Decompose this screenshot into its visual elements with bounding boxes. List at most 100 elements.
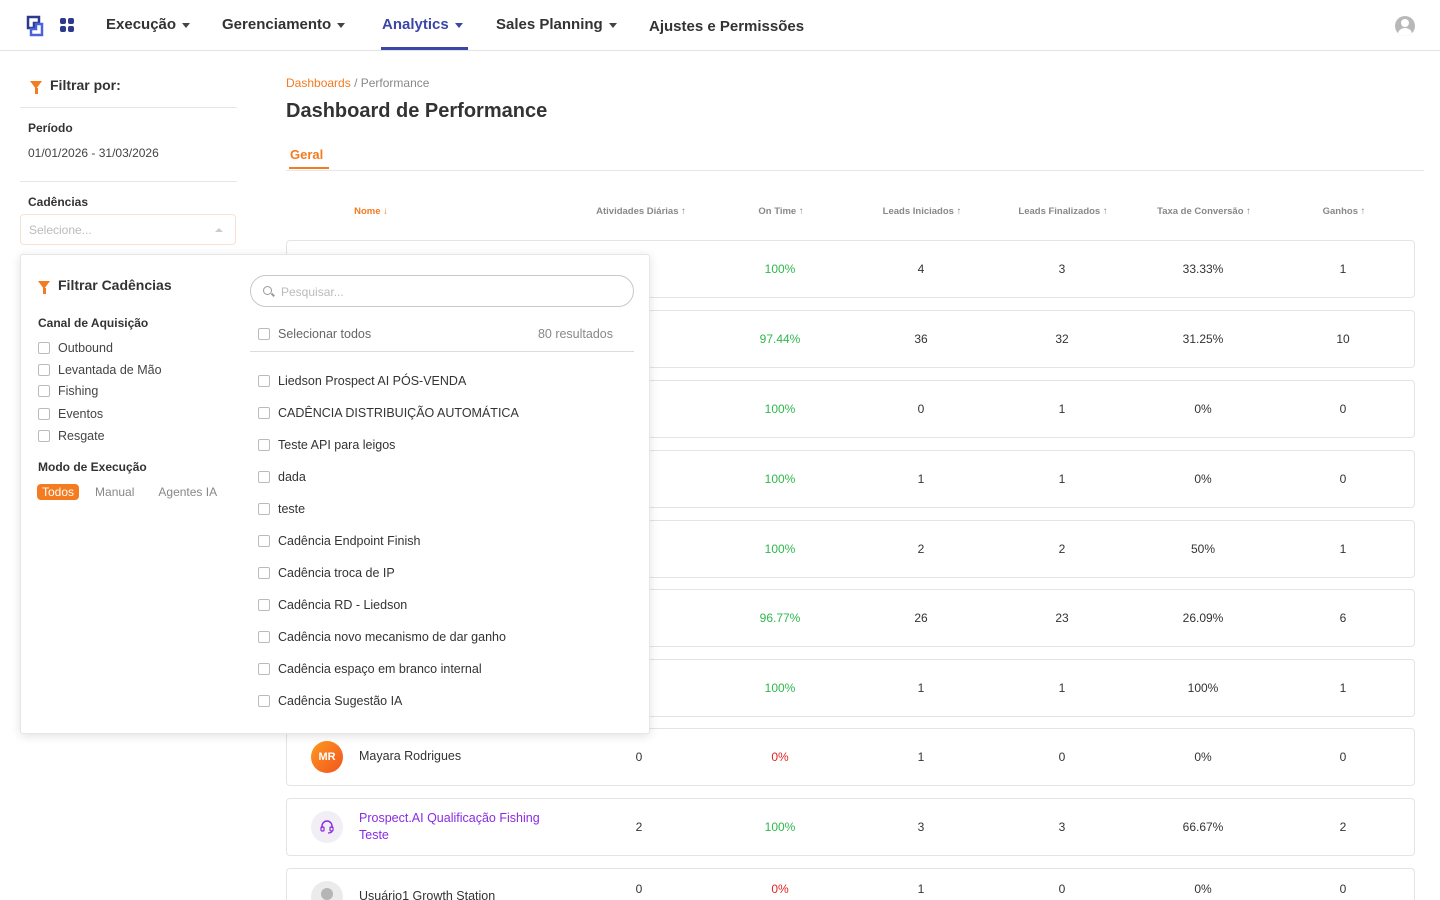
divider [250, 351, 634, 352]
cadence-item[interactable]: dada [258, 470, 306, 484]
header-leads-finalizados[interactable]: Leads Finalizados ↑ [1018, 206, 1107, 217]
checkbox[interactable] [258, 328, 270, 340]
option-resgate[interactable]: Resgate [38, 429, 105, 443]
checkbox[interactable] [258, 567, 270, 579]
checkbox[interactable] [258, 631, 270, 643]
nav-gerenciamento[interactable]: Gerenciamento [222, 16, 346, 33]
cadence-item[interactable]: Cadência espaço em branco internal [258, 662, 482, 676]
mode-manual[interactable]: Manual [95, 485, 134, 499]
nav-sales-planning[interactable]: Sales Planning [496, 16, 617, 33]
checkbox[interactable] [38, 364, 50, 376]
cell-ganhos: 1 [1339, 262, 1347, 276]
checkbox[interactable] [258, 503, 270, 515]
cell-on-time: 100% [764, 402, 796, 416]
checkbox[interactable] [258, 471, 270, 483]
funnel-icon [30, 81, 42, 94]
row-name[interactable]: Mayara Rodrigues [359, 749, 461, 763]
cadence-item[interactable]: CADÊNCIA DISTRIBUIÇÃO AUTOMÁTICA [258, 406, 519, 420]
cell-leads-finalizados: 3 [1058, 262, 1066, 276]
nav-analytics[interactable]: Analytics [382, 16, 463, 33]
cadence-item[interactable]: teste [258, 502, 305, 516]
option-outbound[interactable]: Outbound [38, 341, 113, 355]
cell-leads-finalizados: 0 [1058, 882, 1066, 896]
checkbox[interactable] [38, 385, 50, 397]
mode-todos[interactable]: Todos [37, 484, 80, 500]
cell-leads-finalizados: 3 [1058, 820, 1066, 834]
cell-leads-finalizados: 1 [1058, 681, 1066, 695]
acquisition-channel-label: Canal de Aquisição [38, 316, 149, 330]
table-row[interactable]: Prospect.AI Qualificação Fishing Teste 2… [286, 798, 1415, 856]
cell-ganhos: 0 [1339, 402, 1347, 416]
apps-grid-icon[interactable] [60, 18, 74, 32]
table-row[interactable]: Usuário1 Growth Station 0 0% 1 0 0% 0 [286, 868, 1415, 900]
checkbox[interactable] [258, 695, 270, 707]
cell-on-time: 100% [764, 542, 796, 556]
cell-taxa-conversao: 0% [1194, 402, 1212, 416]
user-avatar-icon[interactable] [1395, 16, 1415, 36]
cadence-item[interactable]: Teste API para leigos [258, 438, 395, 452]
checkbox[interactable] [258, 663, 270, 675]
search-box[interactable] [250, 275, 634, 307]
period-value[interactable]: 01/01/2026 - 31/03/2026 [28, 146, 159, 160]
breadcrumb-current: Performance [360, 76, 430, 90]
header-on-time[interactable]: On Time ↑ [758, 206, 803, 217]
select-all[interactable]: Selecionar todos [258, 327, 371, 341]
checkbox[interactable] [38, 342, 50, 354]
filter-header: Filtrar por: [30, 77, 121, 94]
panel-title: Filtrar Cadências [38, 277, 172, 294]
chevron-down-icon [337, 23, 346, 28]
tabs-divider [286, 170, 1424, 171]
tab-geral[interactable]: Geral [290, 147, 323, 162]
cadences-select[interactable]: Selecione... [20, 214, 236, 245]
checkbox[interactable] [258, 375, 270, 387]
cell-leads-iniciados: 3 [917, 820, 925, 834]
cell-ganhos: 6 [1339, 611, 1347, 625]
cell-ganhos: 10 [1336, 332, 1350, 346]
arrow-up-icon: ↑ [1102, 206, 1108, 217]
search-input[interactable] [281, 282, 621, 302]
breadcrumb-dashboards[interactable]: Dashboards [286, 76, 351, 90]
cell-leads-iniciados: 1 [917, 750, 925, 764]
search-icon [263, 286, 272, 295]
header-ganhos[interactable]: Ganhos ↑ [1323, 206, 1366, 217]
header-atividades-diarias[interactable]: Atividades Diárias ↑ [596, 206, 686, 217]
cadence-item[interactable]: Liedson Prospect AI PÓS-VENDA [258, 374, 466, 388]
mode-agentes-ia[interactable]: Agentes IA [158, 485, 217, 499]
cell-atividades-diarias: 0 [635, 750, 643, 764]
cadence-item[interactable]: Cadência Endpoint Finish [258, 534, 420, 548]
checkbox[interactable] [258, 439, 270, 451]
row-name[interactable]: Usuário1 Growth Station [359, 889, 495, 900]
header-nome[interactable]: Nome ↓ [354, 206, 388, 217]
arrow-up-icon: ↑ [1360, 206, 1366, 217]
option-eventos[interactable]: Eventos [38, 407, 103, 421]
cell-taxa-conversao: 26.09% [1182, 611, 1224, 625]
cell-on-time: 0% [771, 750, 789, 764]
row-name[interactable]: Prospect.AI Qualificação Fishing Teste [359, 810, 540, 844]
nav-execucao[interactable]: Execução [106, 16, 191, 33]
cadences-select-placeholder: Selecione... [29, 223, 92, 237]
option-fishing[interactable]: Fishing [38, 384, 98, 398]
cell-on-time: 100% [764, 472, 796, 486]
logo-icon[interactable] [26, 15, 44, 37]
cell-taxa-conversao: 0% [1194, 750, 1212, 764]
cadence-item[interactable]: Cadência RD - Liedson [258, 598, 407, 612]
cadence-item[interactable]: Cadência Sugestão IA [258, 694, 402, 708]
nav-ajustes-permissoes[interactable]: Ajustes e Permissões [649, 18, 804, 35]
cell-leads-iniciados: 36 [914, 332, 928, 346]
avatar [311, 881, 343, 900]
header-leads-iniciados[interactable]: Leads Iniciados ↑ [883, 206, 962, 217]
header-taxa-conversao[interactable]: Taxa de Conversão ↑ [1157, 206, 1251, 217]
checkbox[interactable] [38, 408, 50, 420]
cell-taxa-conversao: 31.25% [1182, 332, 1224, 346]
cell-leads-finalizados: 1 [1058, 472, 1066, 486]
cell-ganhos: 0 [1339, 882, 1347, 896]
checkbox[interactable] [258, 535, 270, 547]
cadence-item[interactable]: Cadência troca de IP [258, 566, 395, 580]
checkbox[interactable] [38, 430, 50, 442]
table-row[interactable]: MR Mayara Rodrigues 0 0% 1 0 0% 0 [286, 728, 1415, 786]
option-levantada-de-mao[interactable]: Levantada de Mão [38, 363, 162, 377]
cell-on-time: 100% [764, 681, 796, 695]
checkbox[interactable] [258, 407, 270, 419]
cadence-item[interactable]: Cadência novo mecanismo de dar ganho [258, 630, 506, 644]
checkbox[interactable] [258, 599, 270, 611]
